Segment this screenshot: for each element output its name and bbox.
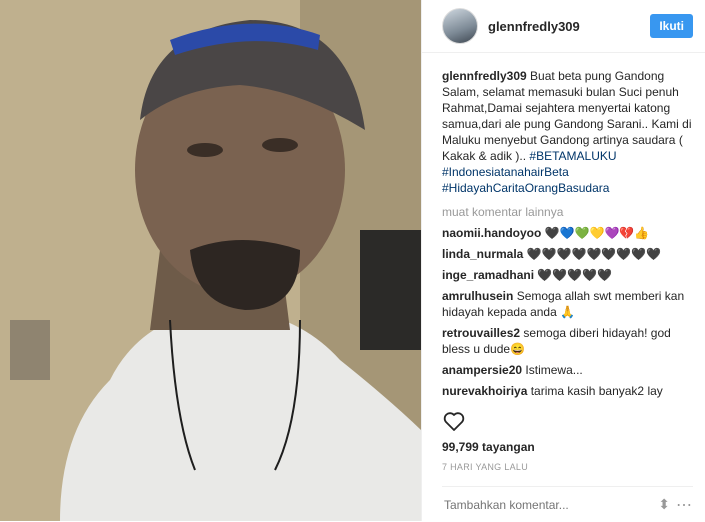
comment-item: nurevakhoiriya tarima kasih banyak2 lay xyxy=(442,383,693,399)
comment-item: amrulhusein Semoga allah swt memberi kan… xyxy=(442,288,693,320)
more-options-icon[interactable]: ⋯ xyxy=(676,495,693,515)
comment-username[interactable]: inge_ramadhani xyxy=(442,268,534,282)
follow-button[interactable]: Ikuti xyxy=(650,14,693,38)
view-count: 99,799 tayangan xyxy=(442,440,535,454)
comment-username[interactable]: nurevakhoiriya xyxy=(442,384,527,398)
comment-username[interactable]: linda_nurmala xyxy=(442,247,523,261)
comment-item: naomii.handoyoo 🖤💙💚💛💜💔👍 xyxy=(442,225,693,241)
comment-item: anampersie20 Istimewa... xyxy=(442,362,693,378)
comment-text: 🖤💙💚💛💜💔👍 xyxy=(544,226,650,240)
comment-text: 🖤🖤🖤🖤🖤🖤🖤🖤🖤 xyxy=(526,247,662,261)
action-bar xyxy=(442,406,466,436)
comment-item: inge_ramadhani 🖤🖤🖤🖤🖤 xyxy=(442,267,693,283)
comment-text: Istimewa... xyxy=(525,363,583,377)
comment-text: tarima kasih banyak2 lay xyxy=(530,384,663,398)
avatar[interactable] xyxy=(442,8,478,44)
caption-username[interactable]: glennfredly309 xyxy=(442,69,527,83)
heart-icon[interactable] xyxy=(442,409,466,433)
sort-arrows-icon[interactable]: ⬍ xyxy=(658,496,670,513)
comment-item: retrouvailles2 semoga diberi hidayah! go… xyxy=(442,325,693,357)
header-username[interactable]: glennfredly309 xyxy=(488,19,650,34)
comment-username[interactable]: retrouvailles2 xyxy=(442,326,520,340)
add-comment-input[interactable] xyxy=(442,496,653,513)
comment-username[interactable]: naomii.handoyoo xyxy=(442,226,541,240)
post-video[interactable] xyxy=(0,0,421,521)
video-frame xyxy=(0,0,421,521)
post-side-panel: glennfredly309 Ikuti glennfredly309 Buat… xyxy=(421,0,705,521)
caption: glennfredly309 Buat beta pung Gandong Sa… xyxy=(442,68,693,196)
comments-list: glennfredly309 Buat beta pung Gandong Sa… xyxy=(442,68,693,400)
post-timestamp: 7 HARI YANG LALU xyxy=(442,462,528,472)
comment-text: 🖤🖤🖤🖤🖤 xyxy=(537,268,613,282)
post-header: glennfredly309 Ikuti xyxy=(422,0,705,53)
comment-item: linda_nurmala 🖤🖤🖤🖤🖤🖤🖤🖤🖤 xyxy=(442,246,693,262)
add-comment-bar: ⬍ ⋯ xyxy=(442,486,693,522)
comment-username[interactable]: amrulhusein xyxy=(442,289,513,303)
comment-username[interactable]: anampersie20 xyxy=(442,363,522,377)
load-more-comments-link[interactable]: muat komentar lainnya xyxy=(442,204,693,220)
